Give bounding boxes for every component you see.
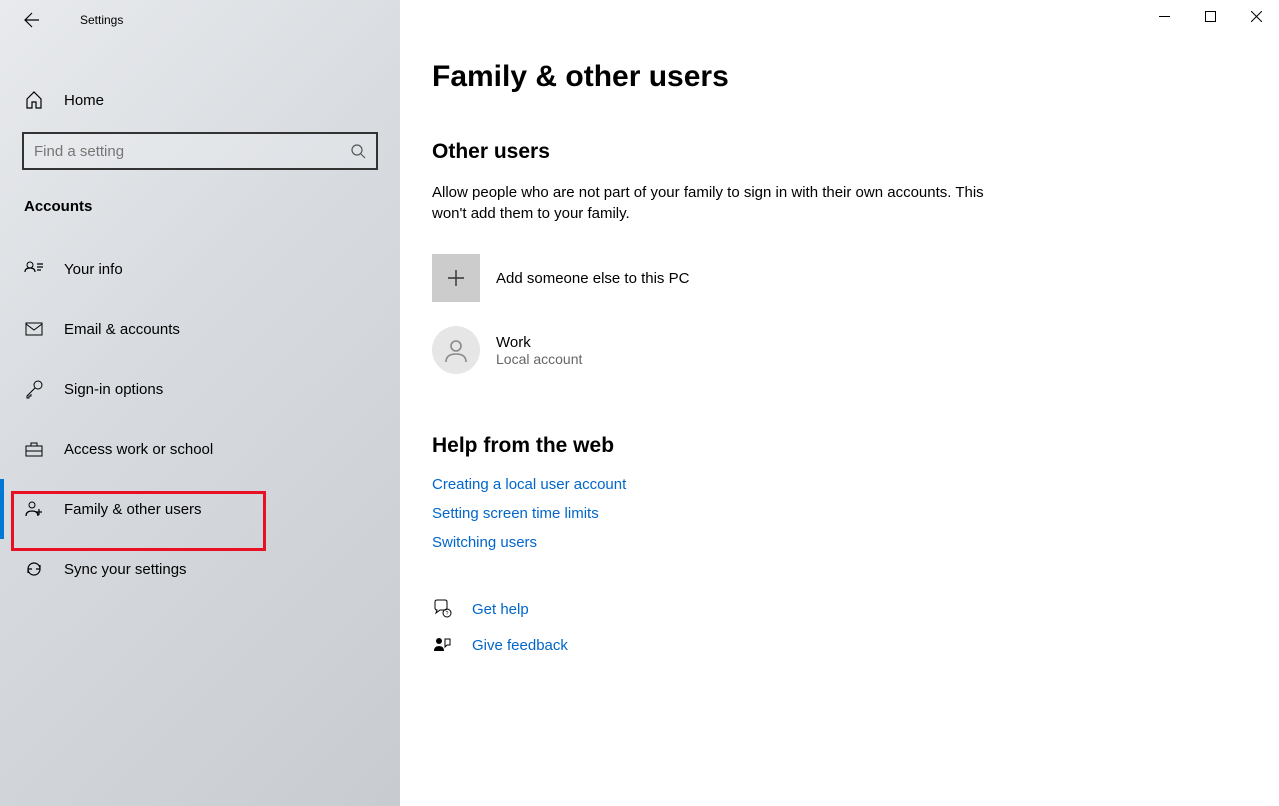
- home-icon: [24, 90, 44, 110]
- people-icon: [24, 499, 44, 519]
- account-name: Work: [496, 334, 582, 351]
- other-users-heading: Other users: [432, 140, 1229, 164]
- page-title: Family & other users: [432, 60, 1229, 94]
- minimize-button[interactable]: [1141, 0, 1187, 32]
- nav-label: Access work or school: [64, 441, 213, 458]
- window-title: Settings: [80, 13, 123, 27]
- home-label: Home: [64, 92, 104, 109]
- nav-access-work-school[interactable]: Access work or school: [0, 419, 400, 479]
- nav-email-accounts[interactable]: Email & accounts: [0, 299, 400, 359]
- main-content: Family & other users Other users Allow p…: [400, 0, 1279, 806]
- maximize-button[interactable]: [1187, 0, 1233, 32]
- nav-label: Your info: [64, 261, 123, 278]
- plus-tile: [432, 254, 480, 302]
- nav-signin-options[interactable]: Sign-in options: [0, 359, 400, 419]
- window-controls: [1141, 0, 1279, 32]
- search-box[interactable]: [22, 132, 378, 170]
- search-icon: [350, 143, 366, 159]
- help-icon: ?: [432, 599, 452, 619]
- sidebar: Settings Home Accounts Your info Email &…: [0, 0, 400, 806]
- sidebar-section-title: Accounts: [0, 170, 400, 225]
- help-link-switching[interactable]: Switching users: [432, 534, 1229, 551]
- nav-label: Sign-in options: [64, 381, 163, 398]
- mail-icon: [24, 319, 44, 339]
- home-nav[interactable]: Home: [0, 76, 400, 124]
- nav-your-info[interactable]: Your info: [0, 239, 400, 299]
- help-link-local-user[interactable]: Creating a local user account: [432, 476, 1229, 493]
- give-feedback-link[interactable]: Give feedback: [432, 635, 1229, 655]
- avatar: [432, 326, 480, 374]
- get-help-link[interactable]: ? Get help: [432, 599, 1229, 619]
- back-arrow-icon: [24, 12, 40, 28]
- back-button[interactable]: [16, 4, 48, 36]
- get-help-label: Get help: [472, 601, 529, 618]
- nav-sync-settings[interactable]: Sync your settings: [0, 539, 400, 599]
- give-feedback-label: Give feedback: [472, 637, 568, 654]
- nav-label: Family & other users: [64, 501, 202, 518]
- briefcase-icon: [24, 439, 44, 459]
- nav-list: Your info Email & accounts Sign-in optio…: [0, 239, 400, 599]
- account-type: Local account: [496, 351, 582, 367]
- plus-icon: [446, 268, 466, 288]
- key-icon: [24, 379, 44, 399]
- search-input[interactable]: [34, 143, 350, 160]
- sync-icon: [24, 559, 44, 579]
- feedback-icon: [432, 635, 452, 655]
- nav-family-other-users[interactable]: Family & other users: [0, 479, 400, 539]
- card-icon: [24, 259, 44, 279]
- help-heading: Help from the web: [432, 434, 1229, 458]
- close-button[interactable]: [1233, 0, 1279, 32]
- add-user-button[interactable]: Add someone else to this PC: [432, 254, 1229, 302]
- help-link-screen-time[interactable]: Setting screen time limits: [432, 505, 1229, 522]
- titlebar: Settings: [0, 0, 400, 40]
- user-account-item[interactable]: Work Local account: [432, 326, 1229, 374]
- svg-text:?: ?: [446, 611, 449, 617]
- nav-label: Sync your settings: [64, 561, 187, 578]
- add-user-label: Add someone else to this PC: [496, 270, 689, 287]
- person-icon: [443, 337, 469, 363]
- other-users-description: Allow people who are not part of your fa…: [432, 182, 992, 224]
- nav-label: Email & accounts: [64, 321, 180, 338]
